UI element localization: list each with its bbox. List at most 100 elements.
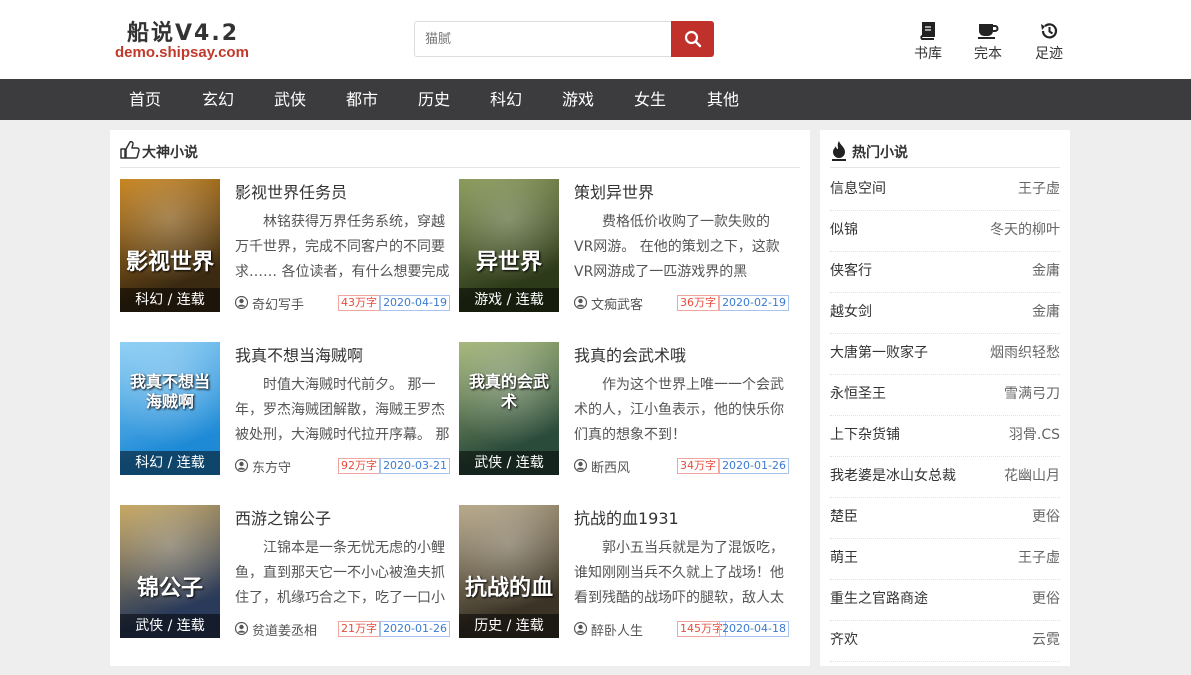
book-author[interactable]: 奇幻写手 — [235, 294, 304, 313]
hot-book-author[interactable]: 王子虚 — [1018, 539, 1060, 577]
logo-title[interactable]: 船说V4.2 — [127, 15, 239, 47]
book-title[interactable]: 抗战的血1931 — [574, 505, 679, 529]
hot-book-title[interactable]: 萌王 — [830, 539, 858, 577]
book-author[interactable]: 东方守 — [235, 457, 291, 476]
nav-history[interactable]: 足迹 — [1024, 22, 1074, 63]
book-icon — [920, 22, 935, 40]
hot-book-title[interactable]: 越女剑 — [830, 293, 872, 331]
book-card: 我真的会武术 武侠 / 连载 我真的会武术哦 作为这个世界上唯一一个会武术的人，江小鱼… — [459, 342, 789, 477]
search-input[interactable] — [414, 21, 671, 57]
hot-list-item[interactable]: 上下杂货铺 羽骨.CS — [830, 416, 1060, 457]
hot-book-author[interactable]: 金庸 — [1032, 293, 1060, 331]
user-icon — [235, 459, 248, 472]
book-author-name: 东方守 — [252, 461, 292, 476]
user-icon — [574, 296, 587, 309]
book-meta: 文痴武客 36万字 2020-02-19 — [574, 294, 789, 313]
book-category-tag: 科幻 / 连载 — [120, 451, 220, 475]
nav-qita[interactable]: 其他 — [707, 79, 739, 120]
book-author[interactable]: 文痴武客 — [574, 294, 643, 313]
hot-list-item[interactable]: 我老婆是冰山女总裁 花幽山月 — [830, 457, 1060, 498]
hot-list-item[interactable]: 萌王 王子虚 — [830, 539, 1060, 580]
book-card: 我真不想当海贼啊 科幻 / 连载 我真不想当海贼啊 时值大海贼时代前夕。 那一年，罗杰… — [120, 342, 450, 477]
site-header: 船说V4.2 demo.shipsay.com 书库 完本 足迹 — [0, 0, 1191, 79]
hot-book-author[interactable]: 云霓 — [1032, 621, 1060, 659]
nav-xuanhuan[interactable]: 玄幻 — [202, 79, 234, 120]
book-author-name: 贫道姜丞相 — [252, 624, 318, 639]
hot-list-item[interactable]: 越女剑 金庸 — [830, 293, 1060, 334]
history-icon — [1041, 23, 1058, 39]
hot-book-author[interactable]: 冬天的柳叶 — [990, 211, 1060, 249]
nav-home[interactable]: 首页 — [129, 79, 161, 120]
user-icon — [235, 622, 248, 635]
book-cover[interactable]: 我真不想当海贼啊 科幻 / 连载 — [120, 342, 220, 475]
book-meta: 东方守 92万字 2020-03-21 — [235, 457, 450, 476]
book-meta: 贫道姜丞相 21万字 2020-01-26 — [235, 620, 450, 639]
search-icon — [684, 30, 701, 48]
hot-book-title[interactable]: 侠客行 — [830, 252, 872, 290]
hot-panel: 热门小说 信息空间 王子虚 似锦 冬天的柳叶 侠客行 金庸 越女剑 金庸 大唐第一败家子 烟雨织轻… — [820, 130, 1070, 666]
book-author-name: 断西风 — [591, 461, 631, 476]
nav-wuxia[interactable]: 武侠 — [274, 79, 306, 120]
search-button[interactable] — [671, 21, 714, 57]
hot-list-item[interactable]: 似锦 冬天的柳叶 — [830, 211, 1060, 252]
logo-url[interactable]: demo.shipsay.com — [115, 44, 249, 61]
nav-kehuan[interactable]: 科幻 — [490, 79, 522, 120]
hot-book-author[interactable]: 金庸 — [1032, 252, 1060, 290]
book-author[interactable]: 贫道姜丞相 — [235, 620, 317, 639]
hot-book-title[interactable]: 大唐第一败家子 — [830, 334, 928, 372]
hot-list-item[interactable]: 信息空间 王子虚 — [830, 170, 1060, 211]
cover-title: 异世界 — [475, 249, 542, 275]
hot-list-item[interactable]: 楚臣 更俗 — [830, 498, 1060, 539]
hot-book-author[interactable]: 更俗 — [1032, 498, 1060, 536]
cover-title: 影视世界 — [126, 249, 215, 275]
hot-book-author[interactable]: 羽骨.CS — [1009, 416, 1060, 454]
hot-book-author[interactable]: 王子虚 — [1018, 170, 1060, 208]
hot-book-title[interactable]: 我老婆是冰山女总裁 — [830, 457, 956, 495]
book-title[interactable]: 策划异世界 — [574, 179, 654, 203]
book-title[interactable]: 西游之锦公子 — [235, 505, 331, 529]
hot-book-title[interactable]: 似锦 — [830, 211, 858, 249]
book-title[interactable]: 我真不想当海贼啊 — [235, 342, 363, 366]
book-cover[interactable]: 异世界游戏 / 连载 — [459, 179, 559, 312]
book-cover[interactable]: 影视世界科幻 / 连载 — [120, 179, 220, 312]
nav-youxi[interactable]: 游戏 — [562, 79, 594, 120]
book-author[interactable]: 断西风 — [574, 457, 630, 476]
hot-book-title[interactable]: 永恒圣王 — [830, 375, 886, 413]
book-cover[interactable]: 我真的会武术 武侠 / 连载 — [459, 342, 559, 475]
nav-finished[interactable]: 完本 — [963, 22, 1013, 63]
hot-book-title[interactable]: 信息空间 — [830, 170, 886, 208]
hot-book-title[interactable]: 上下杂货铺 — [830, 416, 900, 454]
book-author[interactable]: 醉卧人生 — [574, 620, 643, 639]
hot-book-author[interactable]: 花幽山月 — [1004, 457, 1060, 495]
hot-header: 热门小说 — [830, 140, 1060, 168]
hot-book-author[interactable]: 烟雨织轻愁 — [990, 334, 1060, 372]
book-category-tag: 科幻 / 连载 — [120, 288, 220, 312]
hot-book-author[interactable]: 更俗 — [1032, 580, 1060, 618]
user-icon — [574, 459, 587, 472]
hot-list-item[interactable]: 大唐第一败家子 烟雨织轻愁 — [830, 334, 1060, 375]
book-meta: 醉卧人生 145万字 2020-04-18 — [574, 620, 789, 639]
update-date-badge: 2020-02-19 — [719, 295, 789, 311]
hot-list-item[interactable]: 重生之官路商途 更俗 — [830, 580, 1060, 621]
book-cover[interactable]: 锦公子 武侠 / 连载 — [120, 505, 220, 638]
hot-list-item[interactable]: 永恒圣王 雪满弓刀 — [830, 375, 1060, 416]
book-category-tag: 武侠 / 连载 — [459, 451, 559, 475]
hot-list-item[interactable]: 齐欢 云霓 — [830, 621, 1060, 662]
book-title[interactable]: 我真的会武术哦 — [574, 342, 686, 366]
hot-book-title[interactable]: 楚臣 — [830, 498, 858, 536]
book-author-name: 醉卧人生 — [591, 624, 644, 639]
nav-nvsheng[interactable]: 女生 — [634, 79, 666, 120]
book-cover[interactable]: 抗战的血 历史 / 连载 — [459, 505, 559, 638]
book-category-tag: 游戏 / 连载 — [459, 288, 559, 312]
hot-book-author[interactable]: 雪满弓刀 — [1004, 375, 1060, 413]
update-date-badge: 2020-01-26 — [380, 621, 450, 637]
nav-library[interactable]: 书库 — [903, 22, 953, 63]
book-title[interactable]: 影视世界任务员 — [235, 179, 347, 203]
nav-history-label: 足迹 — [1035, 46, 1063, 62]
hot-list-item[interactable]: 侠客行 金庸 — [830, 252, 1060, 293]
hot-book-title[interactable]: 重生之官路商途 — [830, 580, 928, 618]
hot-book-title[interactable]: 齐欢 — [830, 621, 858, 659]
nav-dushi[interactable]: 都市 — [346, 79, 378, 120]
featured-panel: 大神小说 影视世界 科幻 / 连载 影视世界任务员 林铭获得万界任务系统，穿越万千世界… — [110, 130, 810, 666]
nav-lishi[interactable]: 历史 — [418, 79, 450, 120]
